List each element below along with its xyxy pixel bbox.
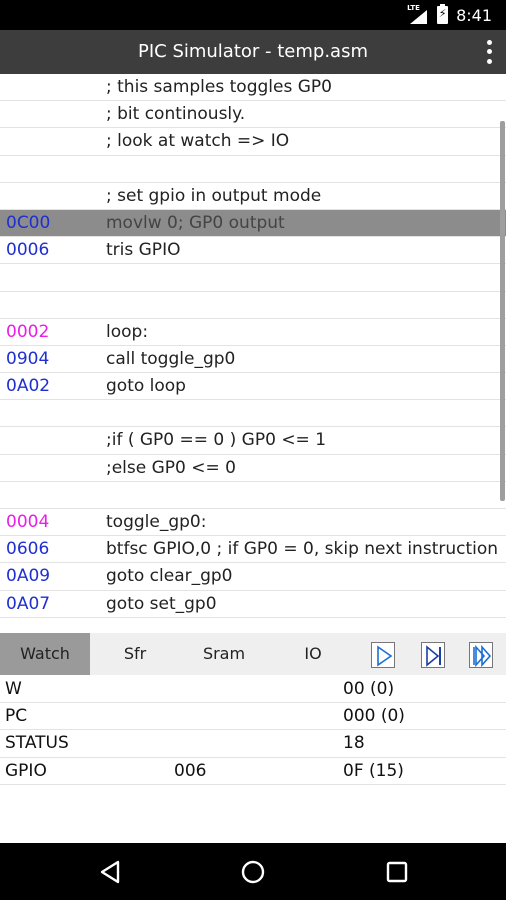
code-text: goto loop bbox=[106, 376, 186, 397]
watch-value: 00 (0) bbox=[343, 679, 395, 699]
code-text: toggle_gp0: bbox=[106, 512, 207, 532]
code-address: 0606 bbox=[6, 539, 50, 560]
code-line-current[interactable]: 0C00 movlw 0; GP0 output bbox=[0, 209, 506, 238]
code-line[interactable] bbox=[0, 482, 506, 509]
battery-charging-icon: ⚡ bbox=[437, 4, 449, 24]
watch-value: 0F (15) bbox=[343, 760, 404, 781]
code-line[interactable]: ; look at watch => IO bbox=[0, 128, 506, 156]
watch-name: PC bbox=[5, 706, 28, 727]
code-address: 0A02 bbox=[6, 376, 51, 397]
code-address: 0004 bbox=[6, 512, 50, 532]
code-line[interactable]: ; bit continously. bbox=[0, 101, 506, 129]
watch-row[interactable]: W 00 (0) bbox=[0, 676, 506, 704]
code-address: 0006 bbox=[6, 240, 50, 261]
navigation-bar bbox=[0, 843, 506, 900]
watch-row[interactable]: GPIO 006 0F (15) bbox=[0, 758, 506, 785]
code-text: ; set gpio in output mode bbox=[106, 185, 322, 206]
code-text: ; bit continously. bbox=[106, 104, 246, 125]
code-line[interactable]: ; set gpio in output mode bbox=[0, 183, 506, 210]
code-line[interactable]: ;if ( GP0 == 0 ) GP0 <= 1 bbox=[0, 427, 506, 455]
tab-io[interactable]: IO bbox=[268, 633, 358, 675]
code-text: tris GPIO bbox=[106, 240, 181, 261]
tab-bar: Watch Sfr Sram IO bbox=[0, 633, 506, 675]
code-line[interactable]: 0A02 goto loop bbox=[0, 373, 506, 401]
code-line[interactable] bbox=[0, 400, 506, 428]
tab-sfr[interactable]: Sfr bbox=[90, 633, 180, 675]
code-line[interactable]: 0002 loop: bbox=[0, 319, 506, 346]
watch-row[interactable]: STATUS 18 bbox=[0, 730, 506, 758]
overflow-menu-icon[interactable] bbox=[486, 38, 492, 66]
play-icon bbox=[377, 645, 393, 667]
code-text: call toggle_gp0 bbox=[106, 348, 236, 369]
code-text: btfsc GPIO,0 ; if GP0 = 0, skip next ins… bbox=[106, 539, 499, 560]
tab-sram[interactable]: Sram bbox=[180, 633, 268, 675]
watch-address: 006 bbox=[174, 760, 207, 781]
code-text: ; this samples toggles GP0 bbox=[106, 77, 332, 97]
code-text: loop: bbox=[106, 321, 149, 342]
code-text: goto set_gp0 bbox=[106, 593, 217, 614]
code-listing[interactable]: ; this samples toggles GP0 ; bit continou… bbox=[0, 74, 506, 620]
code-address: 0C00 bbox=[6, 212, 51, 233]
code-line[interactable]: 0A09 goto clear_gp0 bbox=[0, 563, 506, 591]
watch-row[interactable]: PC 000 (0) bbox=[0, 703, 506, 731]
watch-value: 18 bbox=[343, 733, 365, 754]
code-line[interactable] bbox=[0, 156, 506, 183]
code-text: ;if ( GP0 == 0 ) GP0 <= 1 bbox=[106, 430, 327, 451]
step-icon bbox=[426, 645, 441, 667]
code-address: 0A09 bbox=[6, 566, 51, 587]
code-address: 0904 bbox=[6, 348, 50, 369]
code-address: 0A07 bbox=[6, 593, 51, 614]
clock: 8:41 bbox=[456, 5, 492, 25]
watch-name: STATUS bbox=[5, 733, 69, 754]
network-type: LTE bbox=[407, 4, 420, 12]
code-text: ; look at watch => IO bbox=[106, 131, 290, 152]
fast-forward-button[interactable] bbox=[469, 642, 493, 668]
code-line[interactable]: ; this samples toggles GP0 bbox=[0, 74, 506, 102]
code-line[interactable]: 0606 btfsc GPIO,0 ; if GP0 = 0, skip next… bbox=[0, 536, 506, 564]
watch-value: 000 (0) bbox=[343, 706, 405, 727]
home-icon[interactable] bbox=[240, 859, 266, 885]
action-bar: PIC Simulator - temp.asm bbox=[0, 30, 506, 74]
fast-forward-icon bbox=[473, 644, 492, 668]
code-address: 0002 bbox=[6, 321, 50, 342]
lte-signal-icon: LTE bbox=[407, 4, 429, 24]
run-button[interactable] bbox=[371, 642, 395, 668]
code-text: ;else GP0 <= 0 bbox=[106, 457, 236, 478]
code-line[interactable]: 0A07 goto set_gp0 bbox=[0, 591, 506, 618]
tab-watch[interactable]: Watch bbox=[0, 633, 90, 675]
code-line[interactable]: 0004 toggle_gp0: bbox=[0, 509, 506, 537]
code-line[interactable]: ;else GP0 <= 0 bbox=[0, 455, 506, 482]
step-button[interactable] bbox=[421, 642, 445, 668]
watch-name: W bbox=[5, 679, 22, 699]
code-line[interactable]: 0904 call toggle_gp0 bbox=[0, 346, 506, 374]
code-text: goto clear_gp0 bbox=[106, 566, 233, 587]
status-bar: LTE ⚡ 8:41 bbox=[0, 0, 506, 30]
recents-icon[interactable] bbox=[384, 859, 410, 885]
app-title: PIC Simulator - temp.asm bbox=[137, 41, 369, 62]
code-line[interactable] bbox=[0, 264, 506, 292]
code-line[interactable]: 0006 tris GPIO bbox=[0, 237, 506, 265]
code-scrollbar[interactable] bbox=[500, 121, 505, 501]
watch-table: W 00 (0) PC 000 (0) STATUS 18 GPIO 006 0F (15) bbox=[0, 676, 506, 785]
code-line[interactable] bbox=[0, 292, 506, 319]
code-text: movlw 0; GP0 output bbox=[106, 212, 285, 233]
back-icon[interactable] bbox=[98, 859, 124, 885]
watch-name: GPIO bbox=[5, 760, 47, 781]
